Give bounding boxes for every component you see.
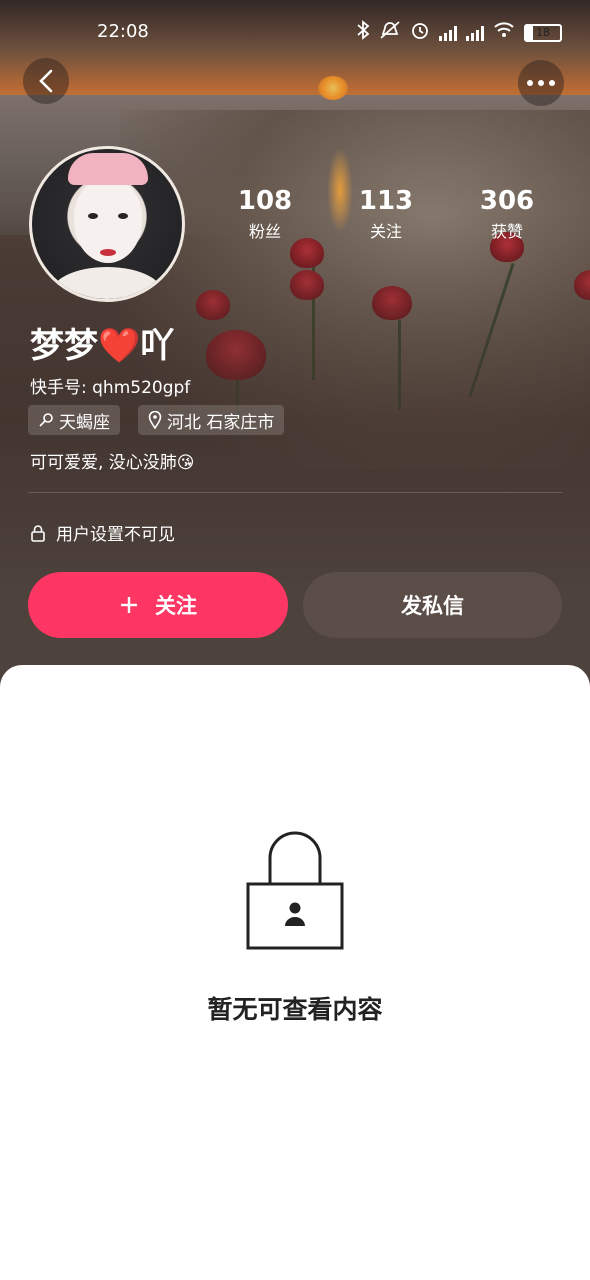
stat-likes[interactable]: 306 获赞 [462, 186, 552, 242]
signal-1-icon [439, 25, 457, 41]
battery-level: 18 [536, 25, 550, 39]
avatar[interactable] [29, 146, 185, 302]
tag-location: 河北 石家庄市 [138, 405, 285, 435]
back-button[interactable] [23, 58, 69, 104]
status-time: 22:08 [97, 21, 149, 42]
divider [28, 492, 562, 493]
empty-state-text: 暂无可查看内容 [207, 995, 383, 1024]
stat-label: 关注 [369, 222, 402, 241]
zodiac-icon [39, 413, 53, 427]
plus-icon [121, 597, 137, 613]
follow-button[interactable]: 关注 [28, 572, 288, 638]
more-button[interactable] [518, 60, 564, 106]
stat-value: 306 [479, 186, 535, 216]
send-message-button[interactable]: 发私信 [303, 572, 562, 638]
mute-icon [379, 20, 401, 45]
wifi-icon [493, 21, 515, 44]
message-label: 发私信 [401, 594, 464, 618]
status-bar: 22:08 18 [0, 18, 590, 48]
stat-followers[interactable]: 108 粉丝 [220, 186, 310, 242]
lock-icon [31, 524, 45, 542]
location-pin-icon [148, 411, 162, 429]
bluetooth-icon [356, 20, 370, 45]
stat-value: 108 [237, 186, 293, 216]
profile-name: 梦梦❤️吖 [30, 326, 175, 366]
content-panel [0, 665, 590, 1280]
lock-user-icon [246, 831, 344, 950]
follow-label: 关注 [155, 594, 197, 618]
kuaishou-id: 快手号: qhm520gpf [30, 378, 191, 398]
heart-emoji: ❤️ [98, 326, 141, 366]
stat-label: 粉丝 [248, 222, 281, 241]
tag-zodiac: 天蝎座 [28, 405, 120, 435]
signal-2-icon [466, 25, 484, 41]
more-icon [527, 80, 555, 86]
chevron-left-icon [39, 69, 53, 93]
privacy-note: 用户设置不可见 [30, 520, 175, 545]
profile-bio: 可可爱爱, 没心没肺😘 [30, 453, 195, 473]
stat-following[interactable]: 113 关注 [341, 186, 431, 242]
stat-label: 获赞 [490, 222, 523, 241]
stat-value: 113 [358, 186, 414, 216]
alarm-icon [410, 20, 430, 45]
battery-icon: 18 [524, 23, 562, 42]
